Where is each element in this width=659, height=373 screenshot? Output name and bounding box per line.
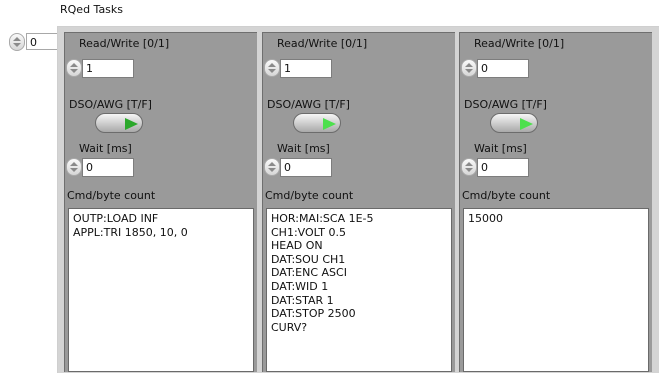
cmd-line: CURV? bbox=[271, 320, 308, 334]
read-write-field[interactable]: 1 bbox=[280, 59, 332, 78]
cmd-label: Cmd/byte count bbox=[462, 189, 551, 202]
cmd-line: DAT:WID 1 bbox=[271, 279, 329, 293]
read-write-field[interactable]: 1 bbox=[82, 59, 134, 78]
cmd-line: OUTP:LOAD INF bbox=[73, 212, 159, 225]
wait-spinner-icon[interactable] bbox=[461, 158, 477, 176]
array-index-field[interactable]: 0 bbox=[26, 33, 60, 50]
led-indicator-icon bbox=[520, 118, 533, 130]
cmd-line: 15000 bbox=[468, 212, 503, 225]
wait-field[interactable]: 0 bbox=[280, 158, 332, 177]
read-write-field[interactable]: 0 bbox=[477, 59, 529, 78]
task-cluster-2: Read/Write [0/1] 0 DSO/AWG [T/F] Wait [m… bbox=[459, 32, 652, 372]
dso-awg-toggle[interactable] bbox=[95, 113, 143, 133]
cmd-label: Cmd/byte count bbox=[265, 189, 354, 202]
wait-label: Wait [ms] bbox=[277, 142, 330, 155]
cmd-line: HOR:MAI:SCA 1E-5 bbox=[271, 212, 374, 225]
cmd-text-box[interactable]: HOR:MAI:SCA 1E-5 CH1:VOLT 0.5 HEAD ON DA… bbox=[266, 208, 452, 372]
cmd-text-box[interactable]: 15000 bbox=[463, 208, 649, 372]
index-increment-decrement-icon[interactable] bbox=[9, 33, 25, 51]
array-label: RQed Tasks bbox=[60, 3, 124, 16]
dso-awg-toggle[interactable] bbox=[490, 113, 538, 133]
read-write-spinner-icon[interactable] bbox=[461, 59, 477, 77]
cmd-label: Cmd/byte count bbox=[67, 189, 156, 202]
read-write-label: Read/Write [0/1] bbox=[277, 37, 368, 50]
cmd-line: CH1:VOLT 0.5 bbox=[271, 225, 346, 239]
wait-field[interactable]: 0 bbox=[477, 158, 529, 177]
task-cluster-0: Read/Write [0/1] 1 DSO/AWG [T/F] Wait [m… bbox=[64, 32, 257, 372]
task-cluster-1: Read/Write [0/1] 1 DSO/AWG [T/F] Wait [m… bbox=[262, 32, 455, 372]
read-write-spinner-icon[interactable] bbox=[66, 59, 82, 77]
dso-awg-label: DSO/AWG [T/F] bbox=[464, 98, 547, 111]
cmd-line: DAT:SOU CH1 bbox=[271, 252, 346, 266]
read-write-label: Read/Write [0/1] bbox=[474, 37, 565, 50]
cmd-text-box[interactable]: OUTP:LOAD INF APPL:TRI 1850, 10, 0 bbox=[68, 208, 254, 372]
wait-label: Wait [ms] bbox=[474, 142, 527, 155]
dso-awg-toggle[interactable] bbox=[293, 113, 341, 133]
cmd-line: HEAD ON bbox=[271, 239, 323, 253]
dso-awg-label: DSO/AWG [T/F] bbox=[267, 98, 350, 111]
wait-label: Wait [ms] bbox=[79, 142, 132, 155]
read-write-label: Read/Write [0/1] bbox=[79, 37, 170, 50]
wait-field[interactable]: 0 bbox=[82, 158, 134, 177]
led-indicator-icon bbox=[125, 118, 138, 130]
cmd-line: DAT:STAR 1 bbox=[271, 293, 334, 307]
cmd-line: DAT:ENC ASCI bbox=[271, 266, 347, 280]
wait-spinner-icon[interactable] bbox=[66, 158, 82, 176]
dso-awg-label: DSO/AWG [T/F] bbox=[69, 98, 152, 111]
read-write-spinner-icon[interactable] bbox=[264, 59, 280, 77]
cmd-line: APPL:TRI 1850, 10, 0 bbox=[73, 225, 188, 239]
led-indicator-icon bbox=[323, 118, 336, 130]
cmd-line: DAT:STOP 2500 bbox=[271, 307, 356, 321]
wait-spinner-icon[interactable] bbox=[264, 158, 280, 176]
